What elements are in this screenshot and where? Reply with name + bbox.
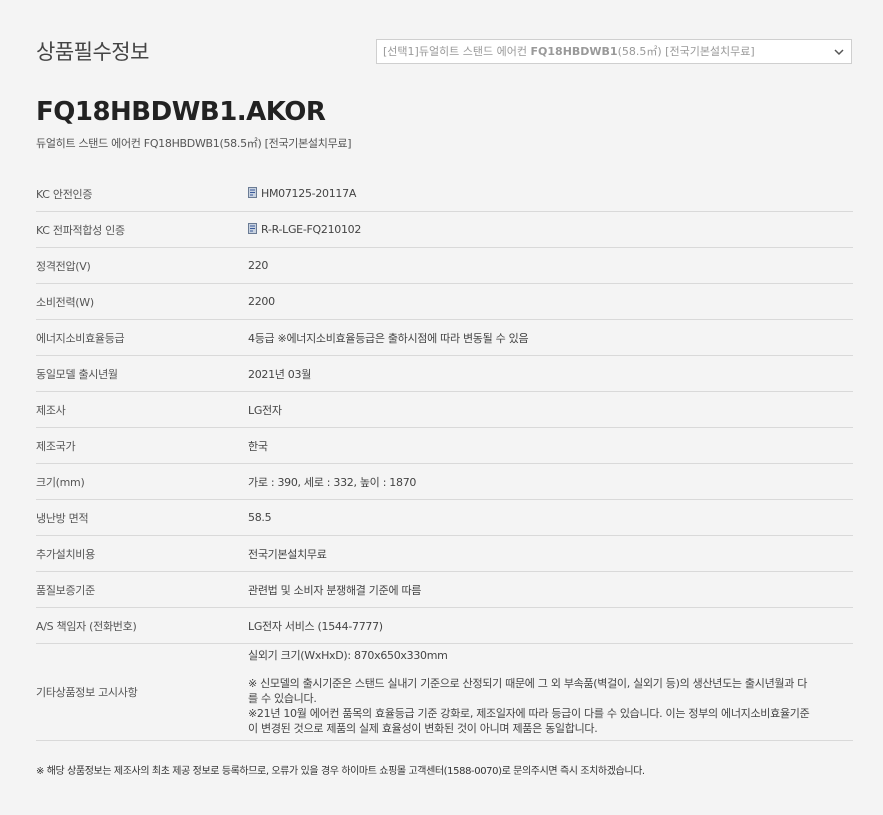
table-row: KC 안전인증 HM07125-20117A [36,176,853,212]
row-value: 220 [248,247,853,284]
row-value: 전국기본설치무료 [248,535,853,572]
notice-line: 를 수 있습니다. [248,692,317,705]
row-label: 품질보증기준 [36,571,248,608]
row-value: 가로 : 390, 세로 : 332, 높이 : 1870 [248,463,853,500]
row-label: 크기(mm) [36,463,248,500]
row-label: 기타상품정보 고시사항 [36,643,248,741]
certificate-icon[interactable] [248,187,257,198]
row-value: 2021년 03월 [248,355,853,392]
product-name: 듀얼히트 스탠드 에어컨 FQ18HBDWB1(58.5㎡) [전국기본설치무료… [36,137,352,150]
row-value: LG전자 서비스 (1544-7777) [248,607,853,644]
row-label: 제조사 [36,391,248,428]
kc-radio-value: R-R-LGE-FQ210102 [261,223,362,236]
row-value: LG전자 [248,391,853,428]
option-select[interactable]: [선택1]듀얼히트 스탠드 에어컨 FQ18HBDWB1(58.5㎡) [전국기… [376,39,852,64]
table-row: 제조국가 한국 [36,427,853,464]
table-row: 동일모델 출시년월 2021년 03월 [36,355,853,392]
row-label: 추가설치비용 [36,535,248,572]
outdoor-unit-size: 실외기 크기(WxHxD): 870x650x330mm [248,649,448,662]
row-label: 정격전압(V) [36,247,248,284]
table-row: 제조사 LG전자 [36,391,853,428]
row-label: 제조국가 [36,427,248,464]
certificate-icon[interactable] [248,223,257,234]
table-row: 품질보증기준 관련법 및 소비자 분쟁해결 기준에 따름 [36,571,853,608]
row-label: KC 안전인증 [36,176,248,212]
model-code: FQ18HBDWB1.AKOR [36,97,326,127]
footer-note: ※ 해당 상품정보는 제조사의 최초 제공 정보로 등록하므로, 오류가 있을 … [36,766,645,777]
table-row: 추가설치비용 전국기본설치무료 [36,535,853,572]
row-value: R-R-LGE-FQ210102 [248,211,853,248]
row-value: 관련법 및 소비자 분쟁해결 기준에 따름 [248,571,853,608]
row-label: KC 전파적합성 인증 [36,211,248,248]
table-row: 기타상품정보 고시사항 실외기 크기(WxHxD): 870x650x330mm… [36,643,853,741]
notice-line: ※21년 10월 에어컨 품목의 효율등급 기준 강화로, 제조일자에 따라 등… [248,707,810,720]
product-info-table: KC 안전인증 HM07125-20117A KC 전파적합성 인증 R-R-L… [36,176,853,741]
chevron-down-icon [834,49,844,56]
other-info-notice: 실외기 크기(WxHxD): 870x650x330mm ※ 신모델의 출시기준… [248,648,853,736]
table-row: 냉난방 면적 58.5 [36,499,853,536]
row-label: 동일모델 출시년월 [36,355,248,392]
row-value: HM07125-20117A [248,176,853,212]
table-row: KC 전파적합성 인증 R-R-LGE-FQ210102 [36,211,853,248]
row-value: 2200 [248,283,853,320]
row-label: A/S 책임자 (전화번호) [36,607,248,644]
option-select-value: [선택1]듀얼히트 스탠드 에어컨 FQ18HBDWB1(58.5㎡) [전국기… [383,45,755,58]
kc-safety-value: HM07125-20117A [261,187,357,200]
row-value: 한국 [248,427,853,464]
row-label: 소비전력(W) [36,283,248,320]
row-value: 실외기 크기(WxHxD): 870x650x330mm ※ 신모델의 출시기준… [248,643,853,741]
table-row: 정격전압(V) 220 [36,247,853,284]
row-label: 냉난방 면적 [36,499,248,536]
row-label: 에너지소비효율등급 [36,319,248,356]
table-row: 소비전력(W) 2200 [36,283,853,320]
row-value: 4등급 ※에너지소비효율등급은 출하시점에 따라 변동될 수 있음 [248,319,853,356]
notice-line: ※ 신모델의 출시기준은 스탠드 실내기 기준으로 산정되기 때문에 그 외 부… [248,677,808,690]
row-value: 58.5 [248,499,853,536]
table-row: 크기(mm) 가로 : 390, 세로 : 332, 높이 : 1870 [36,463,853,500]
page-title: 상품필수정보 [36,40,149,64]
table-row: 에너지소비효율등급 4등급 ※에너지소비효율등급은 출하시점에 따라 변동될 수… [36,319,853,356]
table-row: A/S 책임자 (전화번호) LG전자 서비스 (1544-7777) [36,607,853,644]
notice-line: 이 변경된 것으로 제품의 실제 효율성이 변화된 것이 아니며 제품은 동일합… [248,722,598,735]
